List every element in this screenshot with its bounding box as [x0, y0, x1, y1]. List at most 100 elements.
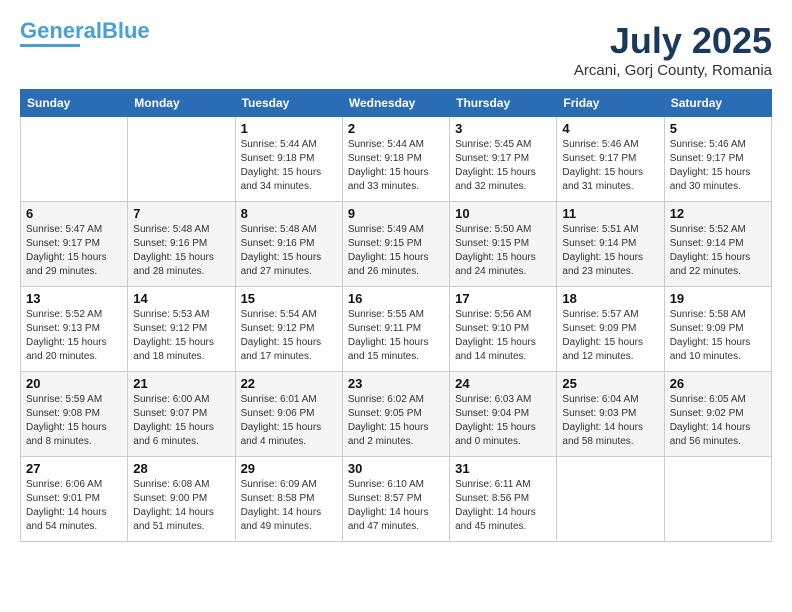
- day-info: Sunrise: 6:02 AM Sunset: 9:05 PM Dayligh…: [348, 393, 444, 449]
- day-number: 19: [670, 291, 766, 306]
- table-row: 25 Sunrise: 6:04 AM Sunset: 9:03 PM Dayli…: [557, 372, 664, 457]
- day-info: Sunrise: 6:08 AM Sunset: 9:00 PM Dayligh…: [133, 478, 229, 534]
- table-row: 27 Sunrise: 6:06 AM Sunset: 9:01 PM Dayli…: [21, 457, 128, 542]
- day-info: Sunrise: 5:48 AM Sunset: 9:16 PM Dayligh…: [133, 223, 229, 279]
- table-row: 1 Sunrise: 5:44 AM Sunset: 9:18 PM Daylig…: [235, 117, 342, 202]
- col-sunday: Sunday: [21, 90, 128, 117]
- day-number: 21: [133, 376, 229, 391]
- day-number: 9: [348, 206, 444, 221]
- table-row: 21 Sunrise: 6:00 AM Sunset: 9:07 PM Dayli…: [128, 372, 235, 457]
- day-info: Sunrise: 5:55 AM Sunset: 9:11 PM Dayligh…: [348, 308, 444, 364]
- col-wednesday: Wednesday: [342, 90, 449, 117]
- table-row: [557, 457, 664, 542]
- calendar-header-row: Sunday Monday Tuesday Wednesday Thursday…: [21, 90, 772, 117]
- day-number: 24: [455, 376, 551, 391]
- day-info: Sunrise: 5:50 AM Sunset: 9:15 PM Dayligh…: [455, 223, 551, 279]
- table-row: 8 Sunrise: 5:48 AM Sunset: 9:16 PM Daylig…: [235, 202, 342, 287]
- day-info: Sunrise: 6:05 AM Sunset: 9:02 PM Dayligh…: [670, 393, 766, 449]
- table-row: 4 Sunrise: 5:46 AM Sunset: 9:17 PM Daylig…: [557, 117, 664, 202]
- day-info: Sunrise: 6:11 AM Sunset: 8:56 PM Dayligh…: [455, 478, 551, 534]
- day-number: 1: [241, 121, 337, 136]
- calendar-week-row: 27 Sunrise: 6:06 AM Sunset: 9:01 PM Dayli…: [21, 457, 772, 542]
- table-row: 23Sunrise: 6:02 AM Sunset: 9:05 PM Dayli…: [342, 372, 449, 457]
- day-info: Sunrise: 5:46 AM Sunset: 9:17 PM Dayligh…: [670, 138, 766, 194]
- calendar-week-row: 20Sunrise: 5:59 AM Sunset: 9:08 PM Dayli…: [21, 372, 772, 457]
- day-info: Sunrise: 5:44 AM Sunset: 9:18 PM Dayligh…: [348, 138, 444, 194]
- table-row: 14 Sunrise: 5:53 AM Sunset: 9:12 PM Dayli…: [128, 287, 235, 372]
- day-info: Sunrise: 5:52 AM Sunset: 9:13 PM Dayligh…: [26, 308, 122, 364]
- day-info: Sunrise: 5:58 AM Sunset: 9:09 PM Dayligh…: [670, 308, 766, 364]
- col-tuesday: Tuesday: [235, 90, 342, 117]
- table-row: 13Sunrise: 5:52 AM Sunset: 9:13 PM Dayli…: [21, 287, 128, 372]
- day-info: Sunrise: 6:03 AM Sunset: 9:04 PM Dayligh…: [455, 393, 551, 449]
- day-number: 28: [133, 461, 229, 476]
- day-info: Sunrise: 5:47 AM Sunset: 9:17 PM Dayligh…: [26, 223, 122, 279]
- day-info: Sunrise: 6:00 AM Sunset: 9:07 PM Dayligh…: [133, 393, 229, 449]
- table-row: [664, 457, 771, 542]
- logo-part2: Blue: [102, 18, 150, 43]
- day-number: 31: [455, 461, 551, 476]
- day-info: Sunrise: 6:01 AM Sunset: 9:06 PM Dayligh…: [241, 393, 337, 449]
- day-number: 17: [455, 291, 551, 306]
- table-row: 12Sunrise: 5:52 AM Sunset: 9:14 PM Dayli…: [664, 202, 771, 287]
- table-row: 20Sunrise: 5:59 AM Sunset: 9:08 PM Dayli…: [21, 372, 128, 457]
- col-monday: Monday: [128, 90, 235, 117]
- table-row: 15Sunrise: 5:54 AM Sunset: 9:12 PM Dayli…: [235, 287, 342, 372]
- day-number: 5: [670, 121, 766, 136]
- table-row: 28 Sunrise: 6:08 AM Sunset: 9:00 PM Dayli…: [128, 457, 235, 542]
- day-number: 7: [133, 206, 229, 221]
- day-number: 2: [348, 121, 444, 136]
- day-number: 14: [133, 291, 229, 306]
- day-number: 6: [26, 206, 122, 221]
- logo: GeneralBlue: [20, 20, 150, 47]
- logo-underline: [20, 44, 80, 47]
- title-block: July 2025 Arcani, Gorj County, Romania: [574, 20, 772, 79]
- day-number: 16: [348, 291, 444, 306]
- location: Arcani, Gorj County, Romania: [574, 62, 772, 79]
- day-info: Sunrise: 5:44 AM Sunset: 9:18 PM Dayligh…: [241, 138, 337, 194]
- table-row: 19 Sunrise: 5:58 AM Sunset: 9:09 PM Dayli…: [664, 287, 771, 372]
- day-info: Sunrise: 6:10 AM Sunset: 8:57 PM Dayligh…: [348, 478, 444, 534]
- calendar-week-row: 13Sunrise: 5:52 AM Sunset: 9:13 PM Dayli…: [21, 287, 772, 372]
- calendar-week-row: 6 Sunrise: 5:47 AM Sunset: 9:17 PM Daylig…: [21, 202, 772, 287]
- page-header: GeneralBlue July 2025 Arcani, Gorj Count…: [20, 20, 772, 79]
- table-row: 7 Sunrise: 5:48 AM Sunset: 9:16 PM Daylig…: [128, 202, 235, 287]
- day-number: 10: [455, 206, 551, 221]
- calendar-week-row: 1 Sunrise: 5:44 AM Sunset: 9:18 PM Daylig…: [21, 117, 772, 202]
- day-number: 12: [670, 206, 766, 221]
- day-number: 18: [562, 291, 658, 306]
- day-number: 8: [241, 206, 337, 221]
- day-info: Sunrise: 5:53 AM Sunset: 9:12 PM Dayligh…: [133, 308, 229, 364]
- day-number: 25: [562, 376, 658, 391]
- table-row: 22Sunrise: 6:01 AM Sunset: 9:06 PM Dayli…: [235, 372, 342, 457]
- day-number: 30: [348, 461, 444, 476]
- table-row: 18 Sunrise: 5:57 AM Sunset: 9:09 PM Dayli…: [557, 287, 664, 372]
- table-row: 26 Sunrise: 6:05 AM Sunset: 9:02 PM Dayli…: [664, 372, 771, 457]
- day-info: Sunrise: 5:45 AM Sunset: 9:17 PM Dayligh…: [455, 138, 551, 194]
- table-row: 24 Sunrise: 6:03 AM Sunset: 9:04 PM Dayli…: [450, 372, 557, 457]
- col-friday: Friday: [557, 90, 664, 117]
- day-number: 26: [670, 376, 766, 391]
- day-number: 27: [26, 461, 122, 476]
- day-number: 20: [26, 376, 122, 391]
- month-year: July 2025: [574, 20, 772, 62]
- table-row: 10 Sunrise: 5:50 AM Sunset: 9:15 PM Dayli…: [450, 202, 557, 287]
- day-info: Sunrise: 5:48 AM Sunset: 9:16 PM Dayligh…: [241, 223, 337, 279]
- table-row: 6 Sunrise: 5:47 AM Sunset: 9:17 PM Daylig…: [21, 202, 128, 287]
- day-info: Sunrise: 5:49 AM Sunset: 9:15 PM Dayligh…: [348, 223, 444, 279]
- day-info: Sunrise: 6:04 AM Sunset: 9:03 PM Dayligh…: [562, 393, 658, 449]
- table-row: 5 Sunrise: 5:46 AM Sunset: 9:17 PM Daylig…: [664, 117, 771, 202]
- col-saturday: Saturday: [664, 90, 771, 117]
- table-row: 17Sunrise: 5:56 AM Sunset: 9:10 PM Dayli…: [450, 287, 557, 372]
- col-thursday: Thursday: [450, 90, 557, 117]
- day-info: Sunrise: 5:46 AM Sunset: 9:17 PM Dayligh…: [562, 138, 658, 194]
- day-number: 15: [241, 291, 337, 306]
- table-row: [21, 117, 128, 202]
- day-info: Sunrise: 5:57 AM Sunset: 9:09 PM Dayligh…: [562, 308, 658, 364]
- table-row: 30 Sunrise: 6:10 AM Sunset: 8:57 PM Dayli…: [342, 457, 449, 542]
- day-number: 3: [455, 121, 551, 136]
- day-info: Sunrise: 6:06 AM Sunset: 9:01 PM Dayligh…: [26, 478, 122, 534]
- day-number: 29: [241, 461, 337, 476]
- day-number: 4: [562, 121, 658, 136]
- table-row: 16 Sunrise: 5:55 AM Sunset: 9:11 PM Dayli…: [342, 287, 449, 372]
